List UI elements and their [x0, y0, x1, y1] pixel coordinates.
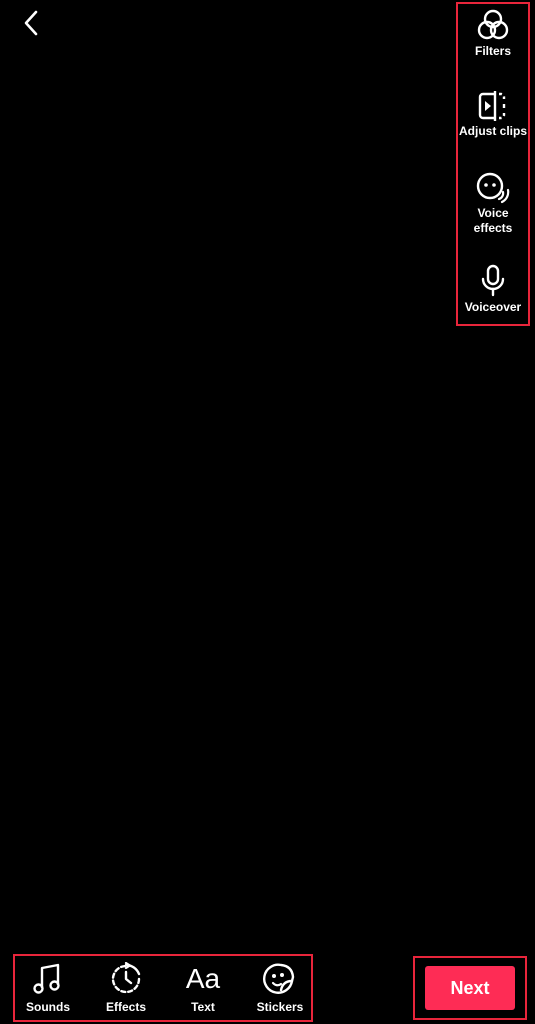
adjust-clips-icon [478, 91, 506, 121]
microphone-icon [481, 264, 505, 297]
filters-icon [477, 9, 509, 40]
voice-effects-icon [476, 172, 510, 204]
voiceover-label: Voiceover [464, 300, 522, 314]
sounds-button[interactable]: Sounds [13, 962, 83, 1014]
effects-timer-icon [111, 962, 141, 994]
filters-button[interactable]: Filters [458, 8, 528, 59]
effects-label: Effects [105, 1000, 146, 1014]
next-button-frame: Next [413, 956, 527, 1020]
bottom-tools-bar: Sounds Effects Aa Text Stickers [13, 954, 313, 1022]
text-label: Text [191, 1000, 215, 1014]
text-button[interactable]: Aa Text [168, 962, 238, 1014]
next-button[interactable]: Next [425, 966, 515, 1010]
back-button[interactable] [16, 8, 46, 38]
adjust-clips-label: Adjust clips [458, 124, 527, 138]
chevron-left-icon [24, 10, 38, 36]
right-tools-panel: Filters Adjust clips Voice effects Voice… [456, 2, 530, 326]
voiceover-button[interactable]: Voiceover [458, 264, 528, 315]
filters-label: Filters [474, 44, 511, 58]
voice-effects-label: Voice effects [473, 206, 513, 235]
effects-button[interactable]: Effects [91, 962, 161, 1014]
adjust-clips-button[interactable]: Adjust clips [458, 90, 528, 139]
sounds-label: Sounds [26, 1000, 70, 1014]
stickers-label: Stickers [256, 1000, 304, 1014]
voice-effects-button[interactable]: Voice effects [458, 170, 528, 236]
music-note-icon [33, 963, 60, 994]
text-aa-icon: Aa [185, 963, 221, 994]
sticker-icon [263, 963, 295, 994]
stickers-button[interactable]: Stickers [245, 962, 315, 1014]
